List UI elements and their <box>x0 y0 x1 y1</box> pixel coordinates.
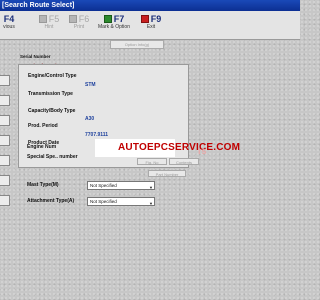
f4-key: F4 <box>3 14 15 24</box>
watermark-text: AUTOEPCSERVICE.COM <box>118 142 241 153</box>
prod-period-value: 7707.9111 <box>85 132 109 138</box>
serial-number-label: Serial Number <box>20 54 51 59</box>
mast-type-value: Not Specified <box>90 183 117 188</box>
f4-label: vious <box>3 24 15 30</box>
capacity-body-type-label: Capacity/Body Type <box>28 108 76 114</box>
attachment-type-select[interactable]: Not Specified ▼ <box>87 197 155 206</box>
f5-key: F5 <box>48 14 60 24</box>
f7-label: Mark & Option <box>98 24 130 30</box>
f7-mark-option-button[interactable]: F7 Mark & Option <box>96 14 132 39</box>
sidebar-tab-6[interactable] <box>0 175 10 186</box>
mast-type-select[interactable]: Not Specified ▼ <box>87 181 155 190</box>
prod-period-label: Prod. Period <box>28 123 58 129</box>
fig-no-button[interactable]: Fig. No <box>137 158 167 165</box>
f5-label: Hint <box>44 24 54 30</box>
exit-icon <box>140 15 149 23</box>
f5-hint-button[interactable]: F5 Hint <box>36 14 62 39</box>
hint-icon <box>38 15 47 23</box>
sidebar-tab-5[interactable] <box>0 155 10 166</box>
part-number-button[interactable]: Part Number <box>148 170 186 177</box>
chevron-down-icon: ▼ <box>149 185 153 190</box>
f6-key: F6 <box>78 14 90 24</box>
sidebar-tab-7[interactable] <box>0 195 10 206</box>
engine-num-label: Engine Num <box>27 144 57 150</box>
attachment-type-label: Attachment Type(A) <box>27 198 75 204</box>
sidebar-tab-4[interactable] <box>0 135 10 146</box>
f9-label: Exit <box>146 24 156 30</box>
function-key-toolbar: F4 vious F5 Hint F6 Print F7 Mark & Opti… <box>0 11 300 40</box>
f9-key: F9 <box>150 14 162 24</box>
capacity-body-type-value: A30 <box>85 116 95 122</box>
engine-control-type-value: STM <box>85 82 96 88</box>
attachment-type-value: Not Specified <box>90 199 117 204</box>
contents-button[interactable]: Contents <box>169 158 199 165</box>
print-icon <box>68 15 77 23</box>
chevron-down-icon: ▼ <box>149 201 153 206</box>
sidebar-tab-3[interactable] <box>0 115 10 126</box>
special-spec-label: Special Spe.. number <box>27 154 78 160</box>
f9-exit-button[interactable]: F9 Exit <box>140 14 162 39</box>
watermark-ghost-text: rs <box>198 146 207 156</box>
f4-previous-button[interactable]: F4 vious <box>0 14 18 39</box>
engine-control-type-label: Engine/Control Type <box>28 73 77 79</box>
window-title: [Search Route Select] <box>0 0 300 11</box>
sidebar-tab-1[interactable] <box>0 75 10 86</box>
option-info-button[interactable]: Option Info(g) <box>110 40 164 49</box>
mast-type-label: Mast Type(M) <box>27 182 59 188</box>
f7-key: F7 <box>113 14 125 24</box>
transmission-type-label: Transmission Type <box>28 91 73 97</box>
f6-label: Print <box>73 24 85 30</box>
mark-icon <box>103 15 112 23</box>
sidebar-tab-2[interactable] <box>0 95 10 106</box>
f6-print-button[interactable]: F6 Print <box>66 14 92 39</box>
